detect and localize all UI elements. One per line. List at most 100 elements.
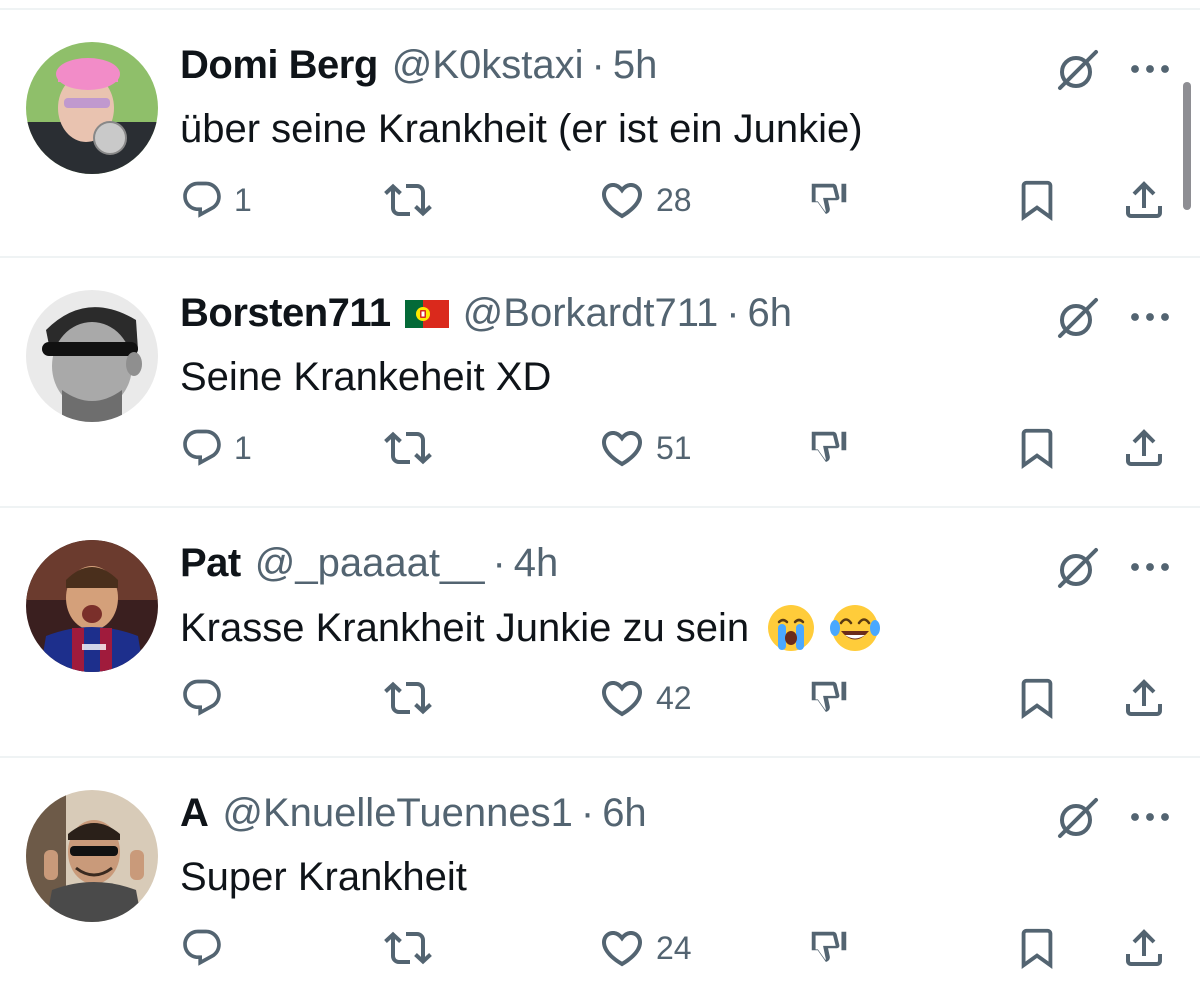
share-button[interactable]: [1120, 170, 1168, 230]
repost-button[interactable]: [384, 918, 432, 978]
repost-icon: [384, 674, 432, 722]
display-name[interactable]: Domi Berg: [180, 40, 378, 90]
bookmark-button[interactable]: [1014, 668, 1060, 728]
user-handle[interactable]: @Borkardt711: [463, 288, 719, 338]
post-header: A @KnuelleTuennes1 · 6h: [180, 788, 647, 838]
repost-button[interactable]: [384, 170, 432, 230]
reply-count: 1: [234, 429, 252, 466]
user-handle[interactable]: @_paaaat__: [255, 538, 485, 588]
dislike-button[interactable]: [806, 918, 852, 978]
share-button[interactable]: [1120, 918, 1168, 978]
more-icon[interactable]: [1126, 54, 1174, 84]
more-icon[interactable]: [1126, 302, 1174, 332]
reply-icon: [180, 178, 224, 222]
bookmark-icon: [1014, 925, 1060, 971]
share-icon: [1120, 176, 1168, 224]
heart-icon: [598, 674, 646, 722]
reply-button[interactable]: 1: [180, 418, 252, 478]
timestamp[interactable]: 6h: [748, 288, 793, 338]
dislike-icon: [806, 925, 852, 971]
user-handle[interactable]: @KnuelleTuennes1: [222, 788, 572, 838]
grok-icon[interactable]: [1054, 794, 1102, 842]
display-name[interactable]: A: [180, 788, 209, 838]
reply-post[interactable]: Domi Berg @K0kstaxi · 5h über seine Kran…: [0, 8, 1200, 258]
reply-icon: [180, 926, 224, 970]
timestamp[interactable]: 6h: [602, 788, 647, 838]
like-count: 28: [656, 181, 692, 218]
user-handle[interactable]: @K0kstaxi: [392, 40, 584, 90]
timestamp[interactable]: 5h: [613, 40, 658, 90]
heart-icon: [598, 176, 646, 224]
reply-post[interactable]: A @KnuelleTuennes1 · 6h Super Krankheit …: [0, 758, 1200, 997]
action-bar: 1 51: [0, 418, 1200, 478]
reply-button[interactable]: [180, 668, 234, 728]
post-text: Seine Krankeheit XD: [180, 352, 551, 402]
repost-icon: [384, 924, 432, 972]
reply-count: 1: [234, 181, 252, 218]
share-icon: [1120, 674, 1168, 722]
dislike-button[interactable]: [806, 170, 852, 230]
separator: ·: [591, 43, 605, 87]
post-text-content: Krasse Krankheit Junkie zu sein: [180, 606, 750, 650]
share-button[interactable]: [1120, 668, 1168, 728]
reply-button[interactable]: 1: [180, 170, 252, 230]
post-text-content: Seine Krankeheit XD: [180, 355, 552, 399]
scrollbar[interactable]: [1183, 82, 1191, 210]
post-text: Super Krankheit: [180, 852, 467, 902]
more-icon[interactable]: [1126, 552, 1174, 582]
share-icon: [1120, 924, 1168, 972]
repost-button[interactable]: [384, 418, 432, 478]
loudly-crying-face-icon: [768, 605, 815, 651]
replies-timeline: Domi Berg @K0kstaxi · 5h über seine Kran…: [0, 0, 1200, 997]
grok-icon[interactable]: [1054, 294, 1102, 342]
like-button[interactable]: 42: [598, 668, 692, 728]
bookmark-icon: [1014, 425, 1060, 471]
bookmark-icon: [1014, 675, 1060, 721]
repost-icon: [384, 176, 432, 224]
like-button[interactable]: 51: [598, 418, 692, 478]
like-button[interactable]: 28: [598, 170, 692, 230]
post-text-content: über seine Krankheit (er ist ein Junkie): [180, 107, 863, 151]
repost-button[interactable]: [384, 668, 432, 728]
timestamp[interactable]: 4h: [514, 538, 559, 588]
bookmark-button[interactable]: [1014, 918, 1060, 978]
dislike-button[interactable]: [806, 668, 852, 728]
post-header: Domi Berg @K0kstaxi · 5h: [180, 40, 657, 90]
dislike-icon: [806, 425, 852, 471]
like-count: 51: [656, 429, 692, 466]
portugal-flag-icon: [404, 300, 449, 328]
reply-post[interactable]: Borsten711 @Borkardt711 · 6h Seine Krank…: [0, 258, 1200, 508]
bookmark-button[interactable]: [1014, 418, 1060, 478]
display-name[interactable]: Borsten711: [180, 288, 391, 338]
display-name[interactable]: Pat: [180, 538, 241, 588]
reply-icon: [180, 676, 224, 720]
bookmark-icon: [1014, 177, 1060, 223]
separator: ·: [580, 791, 595, 835]
heart-icon: [598, 424, 646, 472]
grok-icon[interactable]: [1054, 46, 1102, 94]
post-header: Pat @_paaaat__ · 4h: [180, 538, 558, 588]
avatar[interactable]: [26, 290, 158, 422]
face-with-tears-of-joy-icon: [830, 605, 881, 651]
action-bar: 24: [0, 918, 1200, 978]
separator: ·: [492, 541, 506, 585]
share-button[interactable]: [1120, 418, 1168, 478]
post-text: Krasse Krankheit Junkie zu sein: [180, 602, 881, 654]
bookmark-button[interactable]: [1014, 170, 1060, 230]
like-button[interactable]: 24: [598, 918, 692, 978]
post-text-content: Super Krankheit: [180, 855, 467, 899]
avatar[interactable]: [26, 42, 158, 174]
dislike-button[interactable]: [806, 418, 852, 478]
more-icon[interactable]: [1126, 802, 1174, 832]
reply-post[interactable]: Pat @_paaaat__ · 4h Krasse Krankheit Jun…: [0, 508, 1200, 758]
like-count: 24: [656, 929, 692, 966]
avatar[interactable]: [26, 540, 158, 672]
dislike-icon: [806, 177, 852, 223]
grok-icon[interactable]: [1054, 544, 1102, 592]
action-bar: 1 28: [0, 170, 1200, 230]
share-icon: [1120, 424, 1168, 472]
dislike-icon: [806, 675, 852, 721]
avatar[interactable]: [26, 790, 158, 922]
reply-button[interactable]: [180, 918, 234, 978]
action-bar: 42: [0, 668, 1200, 728]
